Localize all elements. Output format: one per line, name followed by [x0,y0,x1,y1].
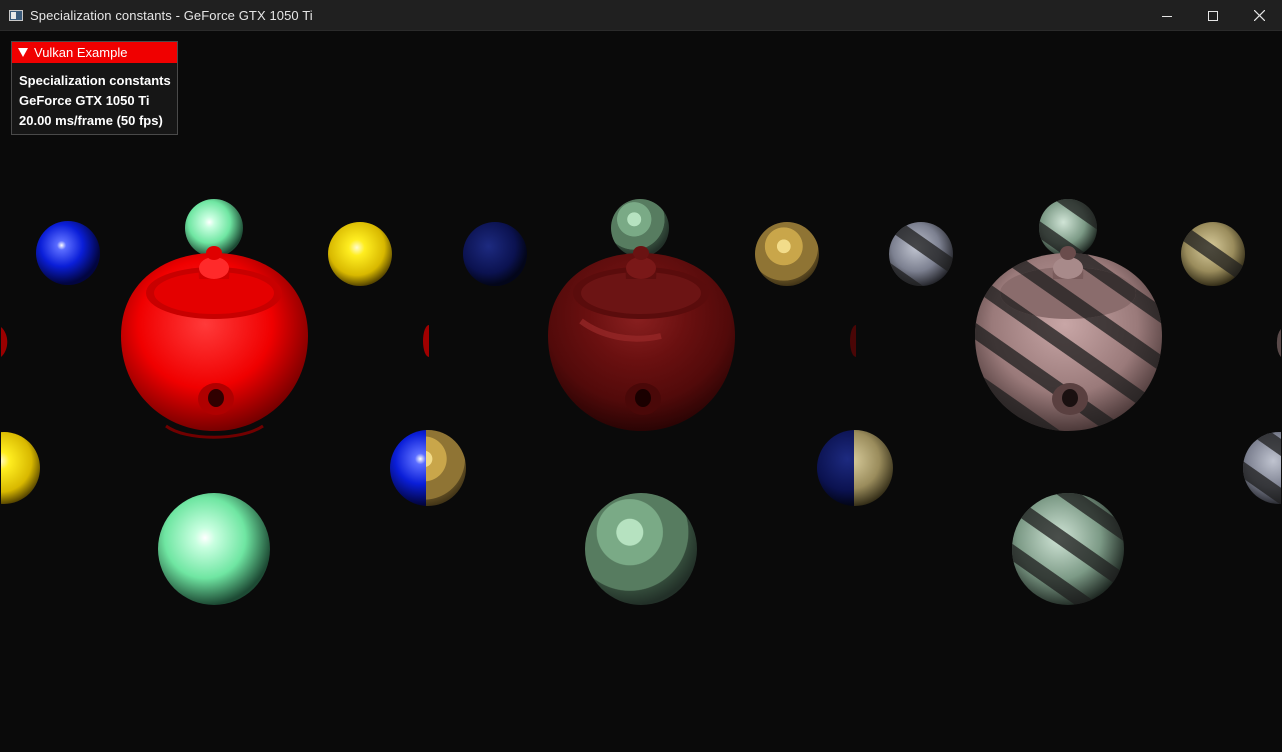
sphere-yellow-front [1,432,40,504]
collapse-triangle-icon[interactable] [18,48,28,57]
sphere-tex-gold-back-swirl [1181,222,1245,286]
sphere-split-front-2 [817,430,893,506]
sphere-mint-front [158,493,270,605]
overlay-header[interactable]: Vulkan Example [12,42,177,63]
close-button[interactable] [1236,0,1282,31]
minimize-icon [1162,15,1172,17]
teapot-textured [975,246,1162,431]
sphere-tex-edge-right [1276,329,1281,357]
overlay-title: Vulkan Example [34,45,128,60]
teapot-phong [121,246,308,439]
render-viewport[interactable] [1,31,1281,751]
sphere-split-front [390,430,466,506]
example-name: Specialization constants [19,73,171,88]
maximize-button[interactable] [1190,0,1236,31]
sphere-tex-green-front-swirl [1012,493,1124,605]
window-controls [1144,0,1282,31]
gpu-name: GeForce GTX 1050 Ti [19,93,150,108]
sphere-toon-darkblue [463,222,527,286]
sphere-yellow-back [328,222,392,286]
window-title: Specialization constants - GeForce GTX 1… [30,7,313,23]
sphere-toon-gold-back [755,222,819,286]
sphere-red-edge-left [1,327,8,357]
overlay-body: Specialization constants GeForce GTX 105… [12,63,177,131]
app-icon [9,9,23,21]
sphere-toon-green-front [585,493,697,605]
maximize-icon [1208,10,1218,21]
sphere-blue-back [36,221,100,285]
close-icon [1253,10,1265,21]
sphere-toon-red-edge [850,325,856,357]
title-bar[interactable]: Specialization constants - GeForce GTX 1… [0,0,1282,31]
teapot-toon [548,246,735,431]
scene-render [1,199,1281,605]
sphere-red-edge-mid [423,325,429,357]
sphere-tex-grey-front-right-swirl [1243,432,1281,504]
imgui-overlay-window[interactable]: Vulkan Example Specialization constants … [11,41,178,135]
sphere-tex-grey-back-swirl [889,222,953,286]
frame-time: 20.00 ms/frame (50 fps) [19,113,163,128]
minimize-button[interactable] [1144,0,1190,31]
